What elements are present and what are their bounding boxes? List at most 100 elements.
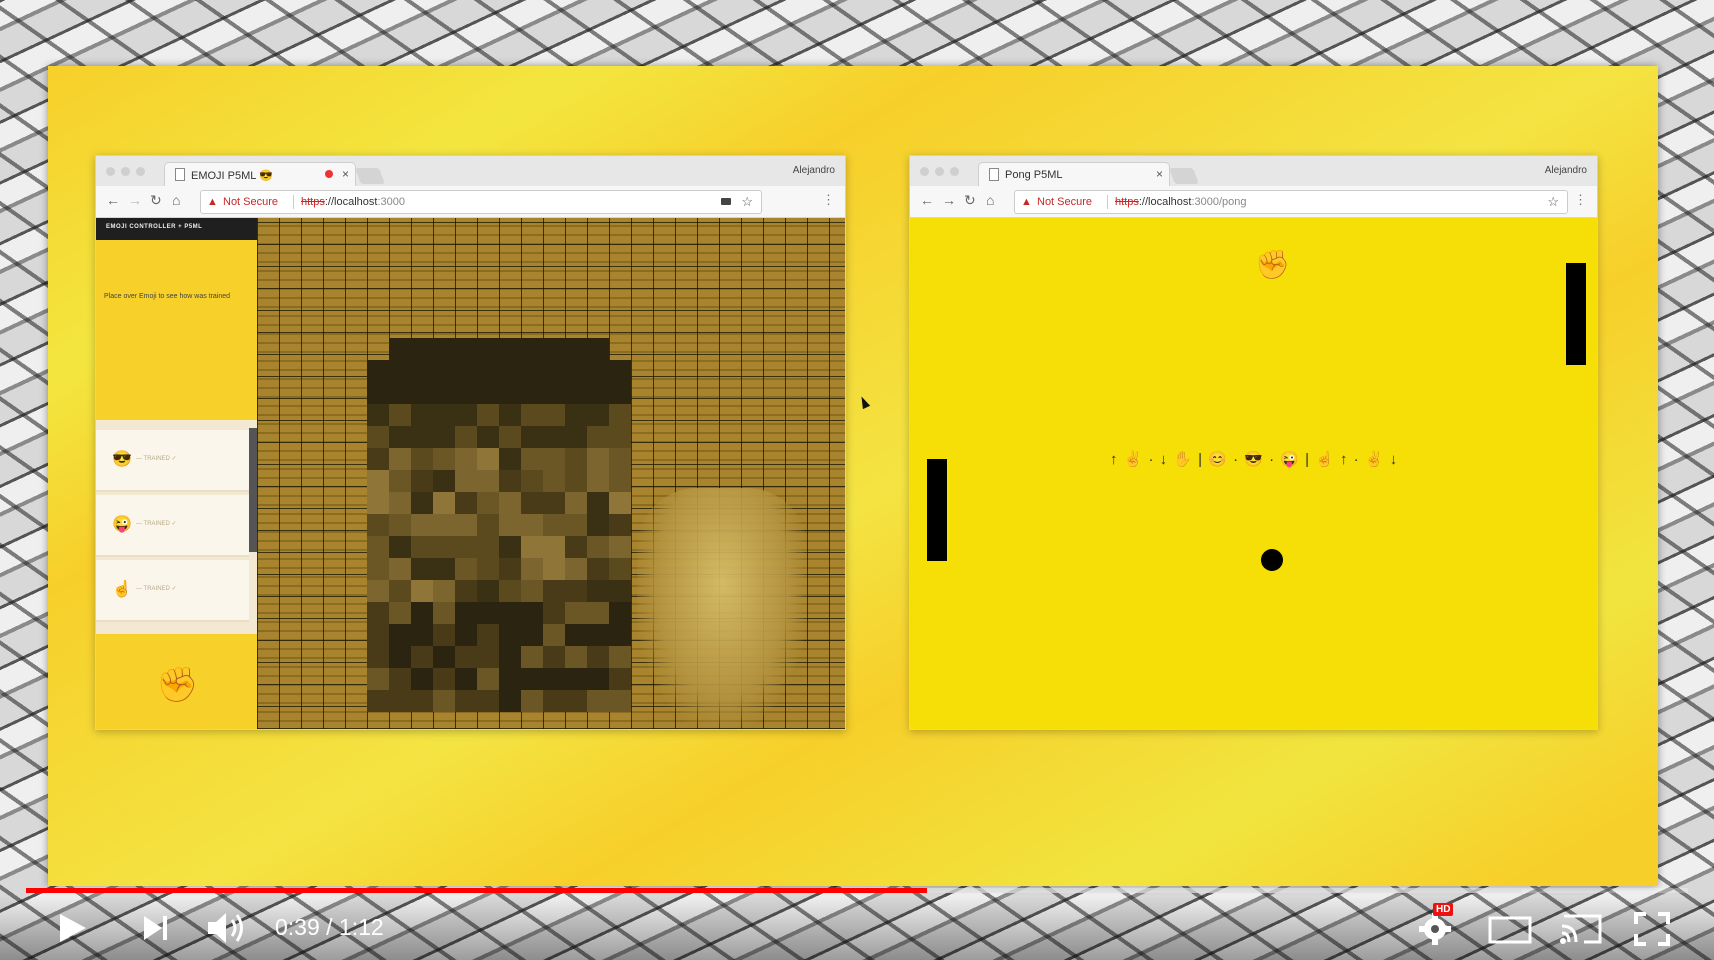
mosaic-tile xyxy=(389,690,411,712)
address-bar[interactable]: ▲ Not Secure https://localhost:3000 ☆ xyxy=(200,190,762,214)
mosaic-tile xyxy=(499,448,521,470)
mosaic-tile xyxy=(543,558,565,580)
mosaic-tile xyxy=(389,448,411,470)
hd-badge: HD xyxy=(1433,903,1454,916)
forward-icon[interactable]: → xyxy=(128,192,142,208)
tab-emoji-p5ml[interactable]: EMOJI P5ML 😎 × xyxy=(164,162,356,187)
reload-icon[interactable]: ↻ xyxy=(964,192,976,209)
mosaic-tile xyxy=(609,448,631,470)
mosaic-tile xyxy=(499,602,521,624)
back-icon[interactable]: ← xyxy=(920,192,934,208)
mosaic-tile xyxy=(543,448,565,470)
controls-legend: ↑ ✌ · ↓ ✋ | 😊 · 😎 · 😜 | ☝ ↑ · ✌ ↓ xyxy=(1110,451,1399,468)
mosaic-tile xyxy=(367,668,389,690)
mosaic-tile xyxy=(543,514,565,536)
theater-mode-icon[interactable] xyxy=(1488,916,1532,944)
cast-icon[interactable] xyxy=(1558,912,1604,946)
played-bar[interactable] xyxy=(26,888,927,893)
close-tab-icon[interactable]: × xyxy=(1156,167,1163,181)
forward-icon[interactable]: → xyxy=(942,192,956,208)
pong-canvas[interactable]: ✊ ↑ ✌ · ↓ ✋ | 😊 · 😎 · 😜 | ☝ ↑ · ✌ ↓ xyxy=(910,218,1597,729)
profile-name[interactable]: Alejandro xyxy=(793,165,835,176)
mosaic-tile xyxy=(609,492,631,514)
recording-icon xyxy=(325,170,333,178)
page-icon xyxy=(175,168,185,181)
mosaic-tile xyxy=(389,492,411,514)
window-controls[interactable] xyxy=(106,167,145,176)
mosaic-tile xyxy=(609,690,631,712)
mosaic-tile xyxy=(543,646,565,668)
reload-icon[interactable]: ↻ xyxy=(150,192,162,209)
url-text[interactable]: https://localhost:3000 xyxy=(301,191,405,213)
video-player[interactable]: EMOJI P5ML 😎 × Alejandro ← → ↻ ⌂ ▲ Not S… xyxy=(0,0,1714,960)
tab-title: Pong P5ML xyxy=(1005,169,1063,181)
url-text[interactable]: https://localhost:3000/pong xyxy=(1115,191,1247,213)
profile-name[interactable]: Alejandro xyxy=(1545,165,1587,176)
pointing-up-emoji-icon: ☝️ xyxy=(112,581,132,598)
mosaic-tile xyxy=(565,338,587,360)
window-controls[interactable] xyxy=(920,167,959,176)
tab-pong-p5ml[interactable]: Pong P5ML × xyxy=(978,162,1170,187)
tab-bar: Pong P5ML × Alejandro xyxy=(910,156,1597,187)
back-icon[interactable]: ← xyxy=(106,192,120,208)
mosaic-tile xyxy=(389,580,411,602)
mosaic-tile xyxy=(411,360,433,382)
menu-icon[interactable]: ⋮ xyxy=(822,192,835,208)
trained-card-tongue[interactable]: 😜 — TRAINED ✓ xyxy=(96,495,249,557)
mosaic-tile xyxy=(411,580,433,602)
mosaic-tile xyxy=(587,492,609,514)
mosaic-tile xyxy=(565,426,587,448)
new-tab-button[interactable] xyxy=(1169,168,1199,184)
mosaic-tile xyxy=(609,602,631,624)
mosaic-tile xyxy=(565,492,587,514)
mosaic-tile xyxy=(477,404,499,426)
tab-bar: EMOJI P5ML 😎 × Alejandro xyxy=(96,156,845,187)
mosaic-tile xyxy=(367,624,389,646)
mosaic-tile xyxy=(411,514,433,536)
raised-fist-blur xyxy=(637,488,807,728)
fullscreen-icon[interactable] xyxy=(1634,912,1670,946)
close-tab-icon[interactable]: × xyxy=(342,167,349,181)
security-label[interactable]: Not Secure xyxy=(223,191,278,213)
mosaic-tile xyxy=(521,536,543,558)
home-icon[interactable]: ⌂ xyxy=(172,192,180,208)
sidebar-header: EMOJI CONTROLLER + P5ML xyxy=(96,218,257,240)
address-bar[interactable]: ▲ Not Secure https://localhost:3000/pong… xyxy=(1014,190,1568,214)
security-label[interactable]: Not Secure xyxy=(1037,191,1092,213)
mosaic-tile xyxy=(455,624,477,646)
bookmark-star-icon[interactable]: ☆ xyxy=(741,191,753,213)
browser-window-pong: Pong P5ML × Alejandro ← → ↻ ⌂ ▲ Not Secu… xyxy=(909,155,1598,730)
mosaic-tile xyxy=(477,338,499,360)
mosaic-tile xyxy=(565,602,587,624)
mosaic-tile xyxy=(521,514,543,536)
mosaic-tile xyxy=(367,690,389,712)
mosaic-tile xyxy=(367,536,389,558)
toolbar: ← → ↻ ⌂ ▲ Not Secure https://localhost:3… xyxy=(910,186,1597,218)
mosaic-tile xyxy=(433,514,455,536)
play-icon[interactable] xyxy=(58,912,88,944)
mosaic-tile xyxy=(389,602,411,624)
camera-icon[interactable] xyxy=(721,198,731,205)
volume-icon[interactable] xyxy=(206,910,248,946)
mosaic-tile xyxy=(367,470,389,492)
mosaic-tile xyxy=(411,558,433,580)
mosaic-tile xyxy=(565,558,587,580)
home-icon[interactable]: ⌂ xyxy=(986,192,994,208)
menu-icon[interactable]: ⋮ xyxy=(1574,192,1587,208)
mosaic-tile xyxy=(543,580,565,602)
bookmark-star-icon[interactable]: ☆ xyxy=(1547,191,1559,213)
trained-card-cool[interactable]: 😎 — TRAINED ✓ xyxy=(96,430,249,492)
new-tab-button[interactable] xyxy=(355,168,385,184)
next-icon[interactable] xyxy=(142,914,170,942)
trained-card-point[interactable]: ☝️ — TRAINED ✓ xyxy=(96,560,249,622)
mosaic-tile xyxy=(521,448,543,470)
mosaic-tile xyxy=(499,668,521,690)
mosaic-tile xyxy=(499,338,521,360)
mosaic-tile xyxy=(587,360,609,382)
mosaic-tile xyxy=(521,426,543,448)
mosaic-tile xyxy=(477,624,499,646)
mosaic-tile xyxy=(587,382,609,404)
mosaic-tile xyxy=(411,690,433,712)
mosaic-tile xyxy=(367,602,389,624)
list-scrollbar[interactable] xyxy=(249,428,257,552)
